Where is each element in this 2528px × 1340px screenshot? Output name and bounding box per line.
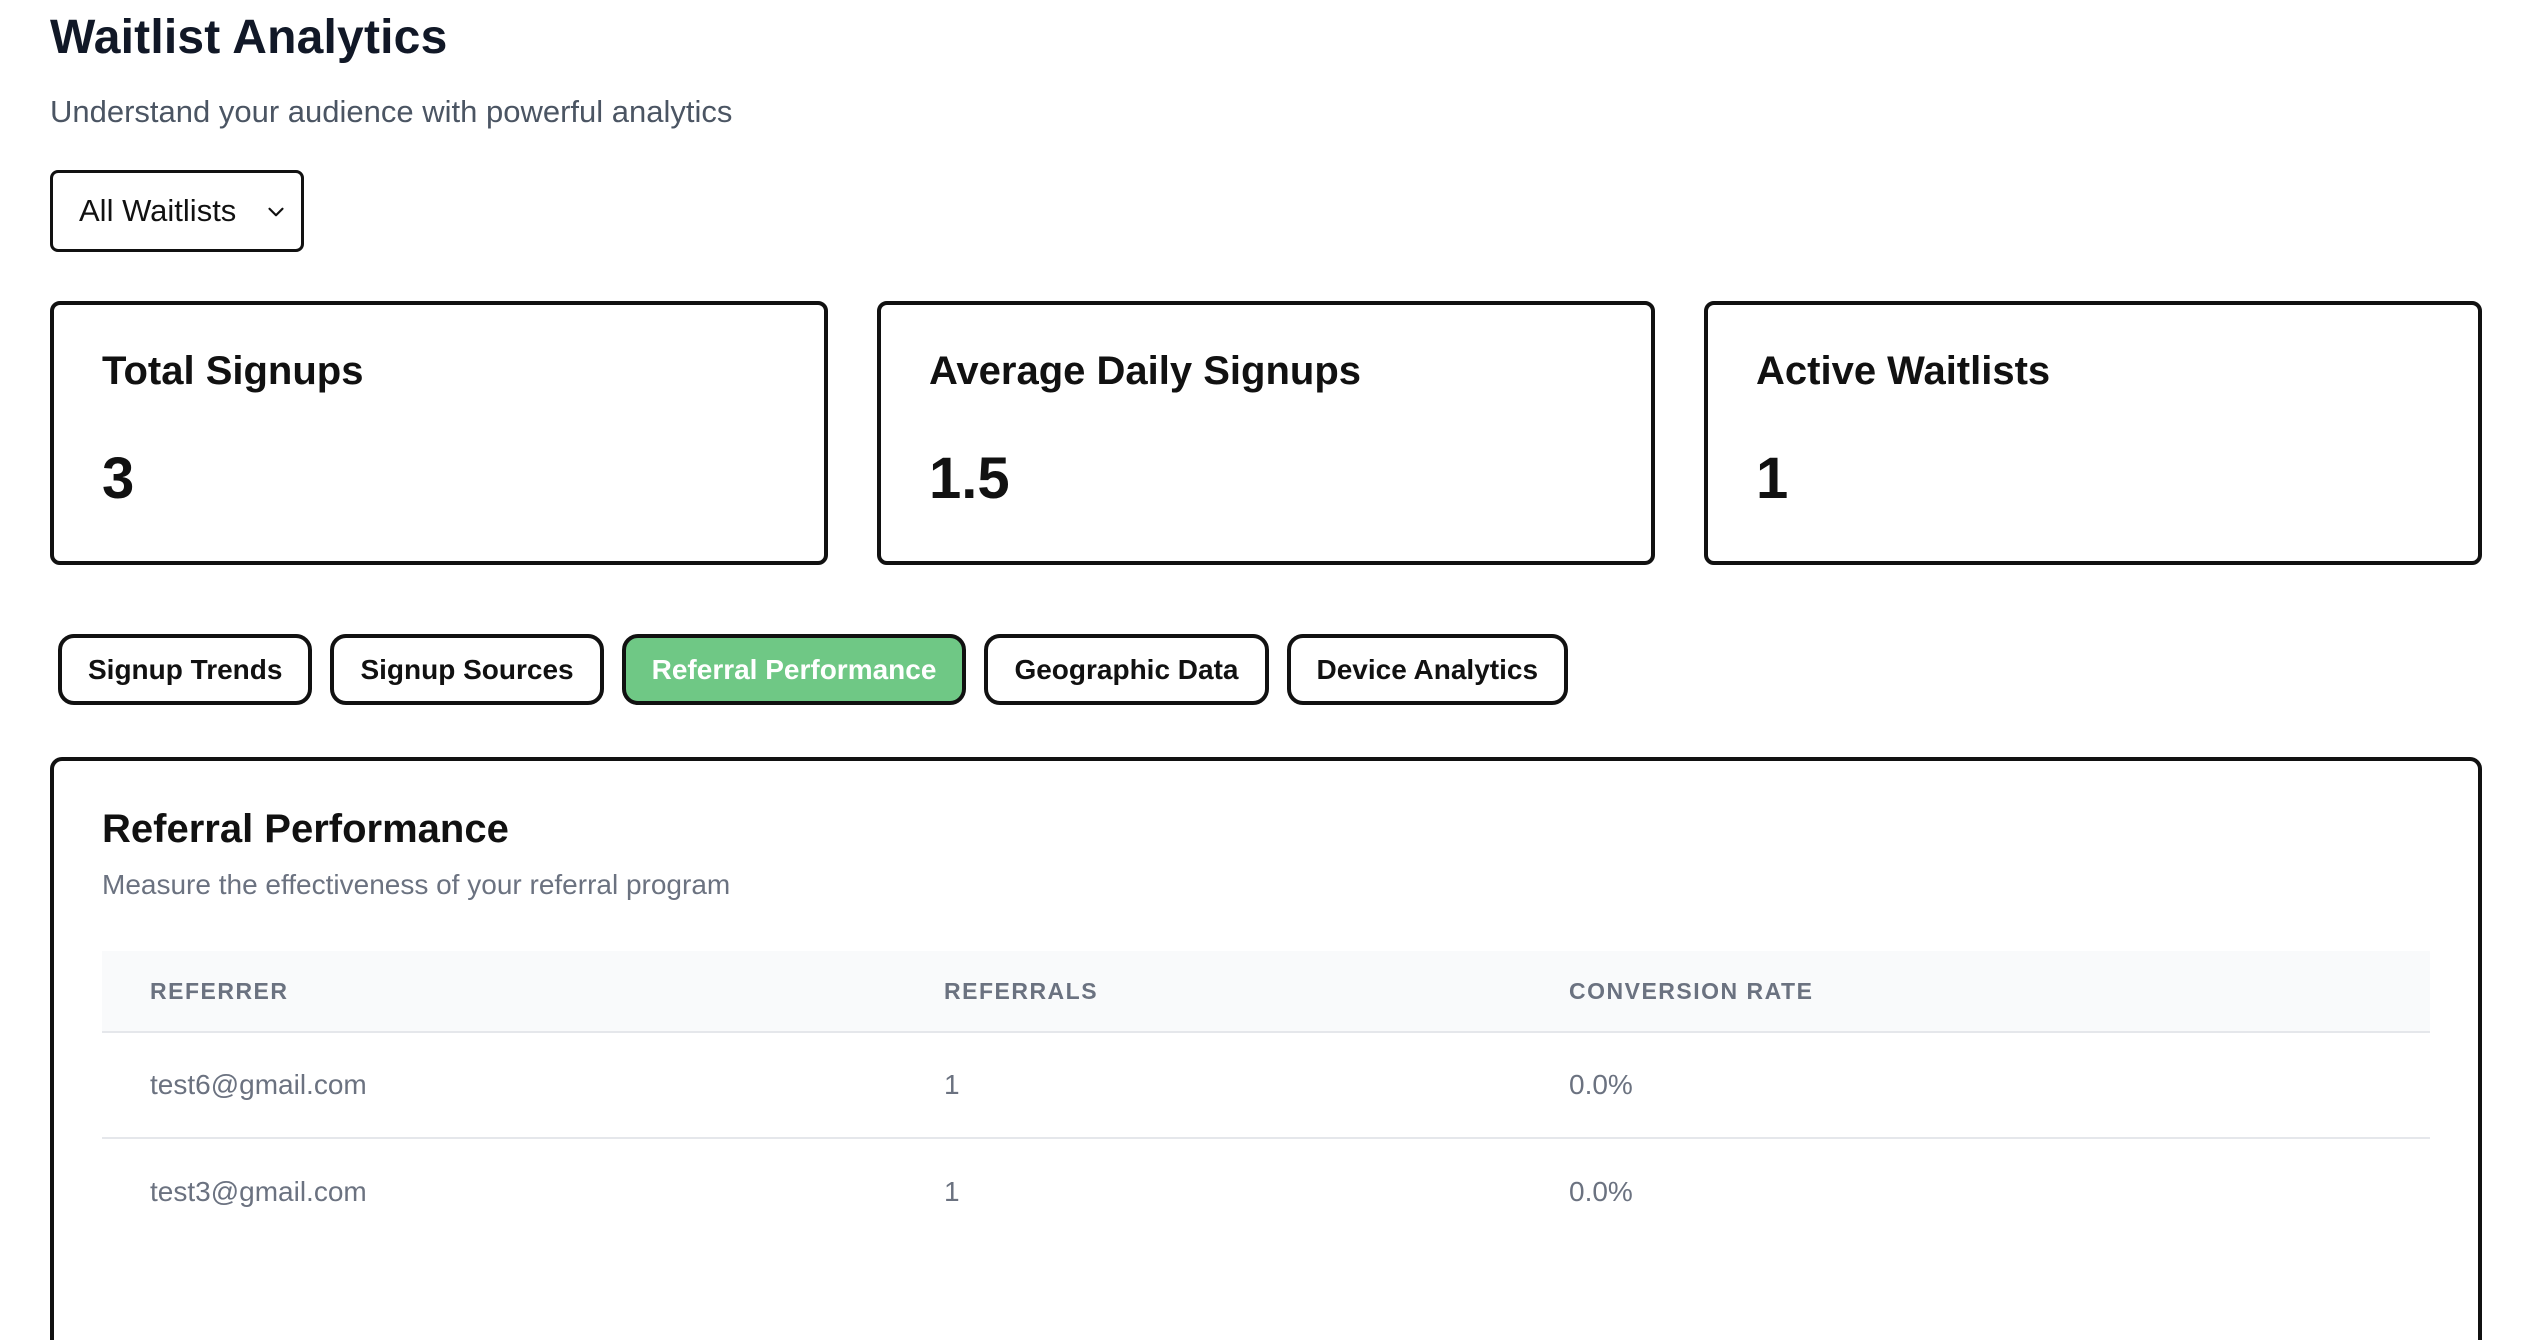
stat-value: 3 bbox=[102, 446, 135, 511]
cell-conversion-rate: 0.0% bbox=[1569, 1069, 1633, 1100]
chevron-down-icon bbox=[268, 207, 284, 217]
page-title: Waitlist Analytics bbox=[50, 11, 448, 64]
table-row: test3@gmail.com 1 0.0% bbox=[102, 1139, 2430, 1245]
cell-conversion-rate: 0.0% bbox=[1569, 1176, 1633, 1207]
cell-referrer: test3@gmail.com bbox=[150, 1176, 367, 1207]
cell-referrals: 1 bbox=[944, 1069, 960, 1100]
analytics-page: Waitlist Analytics Understand your audie… bbox=[0, 0, 2528, 1340]
tab-geographic-data[interactable]: Geographic Data bbox=[984, 634, 1269, 705]
stat-value: 1.5 bbox=[929, 446, 1010, 511]
table-header: REFERRER REFERRALS CONVERSION RATE bbox=[102, 951, 2430, 1033]
cell-referrer: test6@gmail.com bbox=[150, 1069, 367, 1100]
panel-description: Measure the effectiveness of your referr… bbox=[102, 869, 731, 900]
stat-label: Total Signups bbox=[102, 349, 364, 393]
page-subtitle: Understand your audience with powerful a… bbox=[50, 94, 733, 129]
waitlist-select[interactable]: All Waitlists bbox=[50, 170, 304, 252]
panel-title: Referral Performance bbox=[102, 807, 509, 851]
tab-signup-sources[interactable]: Signup Sources bbox=[330, 634, 604, 705]
tab-signup-trends[interactable]: Signup Trends bbox=[58, 634, 313, 705]
stat-label: Average Daily Signups bbox=[929, 349, 1361, 393]
waitlist-select-value: All Waitlists bbox=[79, 193, 237, 228]
stat-card-average-daily-signups: Average Daily Signups 1.5 bbox=[877, 301, 1655, 565]
table-row: test6@gmail.com 1 0.0% bbox=[102, 1033, 2430, 1139]
referral-table: REFERRER REFERRALS CONVERSION RATE test6… bbox=[102, 951, 2430, 1245]
analytics-tabs: Signup Trends Signup Sources Referral Pe… bbox=[58, 634, 1569, 705]
stat-label: Active Waitlists bbox=[1756, 349, 2051, 393]
column-header-referrer: REFERRER bbox=[150, 977, 289, 1004]
column-header-conversion-rate: CONVERSION RATE bbox=[1569, 977, 1814, 1004]
column-header-referrals: REFERRALS bbox=[944, 977, 1099, 1004]
cell-referrals: 1 bbox=[944, 1176, 960, 1207]
stat-card-total-signups: Total Signups 3 bbox=[50, 301, 828, 565]
stat-card-active-waitlists: Active Waitlists 1 bbox=[1704, 301, 2482, 565]
tab-referral-performance[interactable]: Referral Performance bbox=[621, 634, 967, 705]
tab-device-analytics[interactable]: Device Analytics bbox=[1286, 634, 1569, 705]
stat-value: 1 bbox=[1756, 446, 1789, 511]
referral-performance-panel: Referral Performance Measure the effecti… bbox=[50, 757, 2482, 1340]
